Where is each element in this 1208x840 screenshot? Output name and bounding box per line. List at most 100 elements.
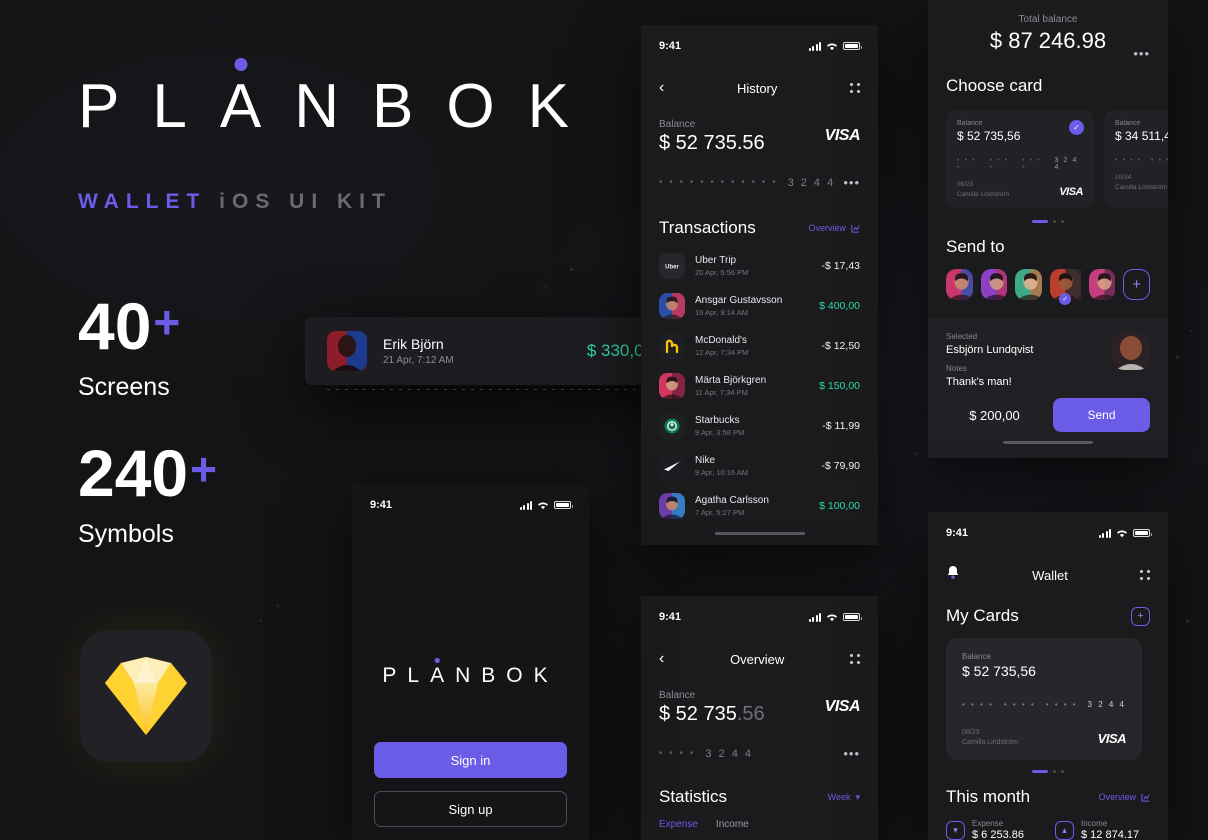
- balance-amount: $ 52 735.56: [659, 703, 765, 726]
- transaction-list: Uber Uber Trip 20 Apr, 5:56 PM -$ 17,43 …: [659, 246, 860, 526]
- balance-cents: .56: [736, 703, 765, 725]
- floating-transaction-card[interactable]: Erik Björn 21 Apr, 7:12 AM $ 330,00: [305, 317, 675, 390]
- logo-letter-l: L: [152, 72, 187, 141]
- logo-letter: P: [382, 664, 397, 687]
- back-icon[interactable]: ‹: [659, 80, 664, 96]
- battery-icon: [843, 42, 862, 50]
- statistics-tab[interactable]: Income: [716, 819, 749, 830]
- pager-active: [1032, 220, 1048, 223]
- subtitle-kit: iOS UI KIT: [219, 190, 392, 213]
- nav-bar: Wallet: [928, 558, 1168, 592]
- notes-value[interactable]: Thank's man!: [946, 376, 1033, 388]
- merchant-avatar: [659, 333, 685, 359]
- card-pager[interactable]: [946, 220, 1150, 223]
- add-contact-button[interactable]: +: [1123, 269, 1151, 300]
- card-balance-label: Balance: [957, 120, 983, 127]
- statistics-tab[interactable]: Expense: [659, 819, 698, 830]
- arrow-up-icon: ▴: [1055, 820, 1074, 840]
- particle-dot: [596, 250, 598, 252]
- stat-symbols: 240 + Symbols: [78, 440, 217, 549]
- signal-icon: [1098, 528, 1111, 538]
- contact-avatar[interactable]: [1015, 269, 1042, 300]
- logo-letter: N: [455, 664, 471, 687]
- period-selector[interactable]: Week ▾: [828, 792, 860, 803]
- transaction-amount: $ 150,00: [819, 380, 860, 392]
- avatar: [327, 331, 367, 371]
- particle-dot: [570, 268, 573, 271]
- mask-group-2: • • • •: [1003, 699, 1036, 709]
- transaction-row[interactable]: Ansgar Gustavsson 16 Apr, 9:14 AM $ 400,…: [659, 286, 860, 326]
- bell-icon[interactable]: [946, 565, 960, 585]
- add-card-button[interactable]: +: [1131, 606, 1150, 626]
- transaction-date: 11 Apr, 7:34 PM: [695, 388, 748, 397]
- transaction-row[interactable]: Märta Björkgren 11 Apr, 7:34 PM $ 150,00: [659, 366, 860, 406]
- logo-letter-k: K: [527, 72, 569, 141]
- sign-up-button[interactable]: Sign up: [374, 791, 567, 827]
- section-title: My Cards: [946, 606, 1019, 625]
- pager-dot: [1061, 770, 1064, 773]
- particle-dot: [622, 232, 625, 235]
- back-icon[interactable]: ‹: [659, 651, 664, 667]
- transaction-name: Uber Trip: [695, 255, 737, 266]
- ui-kit-cover: P L A N B O K WALLET iOS UI KIT 40 + Scr…: [0, 0, 1208, 840]
- overview-link[interactable]: Overview: [1098, 792, 1150, 802]
- transaction-info: McDonald's 12 Apr, 7:34 PM: [695, 335, 821, 357]
- contact-list: ✓ +: [946, 269, 1151, 305]
- overview-link[interactable]: Overview: [808, 223, 860, 233]
- status-bar: 9:41: [928, 520, 1168, 546]
- signin-logo: PL ANBOK: [352, 658, 589, 688]
- send-button[interactable]: Send: [1053, 398, 1150, 432]
- grid-menu-icon[interactable]: [1139, 570, 1150, 580]
- card-last4: 3 2 4 4: [1087, 699, 1126, 709]
- more-options-icon[interactable]: •••: [843, 746, 860, 761]
- transaction-row[interactable]: Starbucks 9 Apr, 3:58 PM -$ 11,99: [659, 406, 860, 446]
- selected-contact-name: Esbjörn Lundqvist: [946, 344, 1034, 356]
- battery-icon: [1133, 529, 1152, 537]
- card-mask: • • • • • • • • • • • •: [659, 177, 778, 188]
- contact-avatar[interactable]: [980, 269, 1008, 300]
- visa-logo-icon: VISA: [1097, 731, 1127, 746]
- more-options-icon[interactable]: •••: [1133, 46, 1150, 61]
- nav-bar: ‹ Overview: [641, 642, 878, 676]
- send-details-panel: Selected Esbjörn Lundqvist Notes Thank's…: [928, 318, 1168, 458]
- amount-input[interactable]: $ 200,00: [946, 398, 1043, 432]
- this-month-header: This month Overview: [946, 787, 1150, 807]
- income-summary[interactable]: ▴ Income $ 12 874.17: [1055, 819, 1150, 840]
- wallet-card[interactable]: Balance $ 52 735,56 • • • • • • • • • • …: [946, 638, 1142, 760]
- transaction-row[interactable]: Nike 9 Apr, 10:16 AM -$ 79,90: [659, 446, 860, 486]
- contact-avatar[interactable]: [1088, 269, 1116, 300]
- balance-card: Balance $ 52 735.56 VISA • • • • • • • •…: [641, 105, 878, 190]
- home-indicator: [714, 532, 805, 535]
- transaction-amount: $ 400,00: [819, 300, 860, 312]
- logo-letter: A: [430, 664, 445, 687]
- transaction-date: 21 Apr, 7:12 AM: [383, 355, 454, 366]
- transaction-row[interactable]: McDonald's 12 Apr, 7:34 PM -$ 12,50: [659, 326, 860, 366]
- transaction-amount: $ 100,00: [819, 500, 860, 512]
- mask-group-1: • • • •: [1115, 157, 1142, 164]
- sign-in-button[interactable]: Sign in: [374, 742, 567, 778]
- status-icons: [808, 612, 862, 622]
- contact-avatar[interactable]: ✓: [1049, 269, 1081, 305]
- transaction-amount: -$ 12,50: [821, 340, 860, 352]
- particle-dot: [1186, 620, 1189, 623]
- transaction-name: Ansgar Gustavsson: [695, 295, 783, 306]
- wallet-card-pager[interactable]: [946, 770, 1150, 773]
- more-options-icon[interactable]: •••: [843, 175, 860, 190]
- grid-menu-icon[interactable]: [850, 83, 860, 93]
- transaction-row[interactable]: Uber Uber Trip 20 Apr, 5:56 PM -$ 17,43: [659, 246, 860, 286]
- merchant-avatar: [659, 493, 685, 519]
- wifi-icon: [827, 42, 837, 50]
- transaction-row[interactable]: Agatha Carlsson 7 Apr, 5:27 PM $ 100,00: [659, 486, 860, 526]
- notes-label: Notes: [946, 364, 967, 373]
- card-option-1[interactable]: ✓ Balance $ 52 735,56 • • • • • • • • • …: [946, 110, 1094, 208]
- grid-menu-icon[interactable]: [849, 654, 860, 664]
- transaction-name: Nike: [695, 455, 716, 466]
- arrow-down-icon: ▾: [946, 820, 965, 840]
- card-expiry: 08/23: [962, 729, 980, 736]
- contact-avatar[interactable]: [946, 269, 973, 300]
- logo-letter-a-wrapper: A: [430, 658, 445, 688]
- expense-summary[interactable]: ▾ Expense $ 6 253.86: [946, 819, 1041, 840]
- card-option-2[interactable]: Balance $ 34 511,42 • • • • • • • • 10/2…: [1104, 110, 1168, 208]
- card-number-mask: • • • • • • • •: [1115, 157, 1168, 164]
- logo-letter-b: B: [371, 72, 414, 141]
